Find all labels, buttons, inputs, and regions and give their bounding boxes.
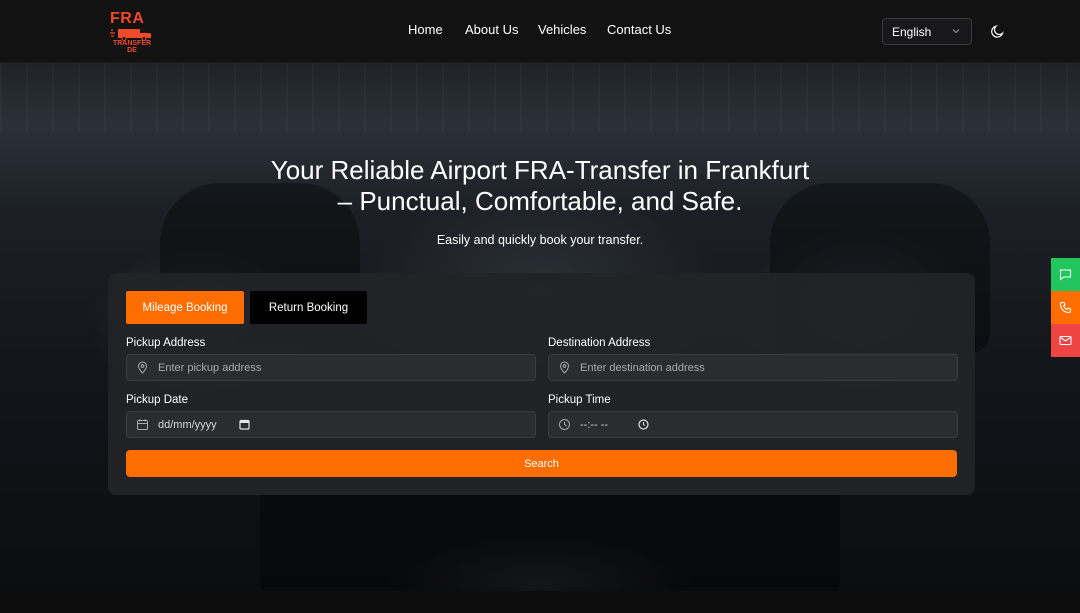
time-picker-icon[interactable] bbox=[637, 418, 650, 431]
hero-title-line-1: Your Reliable Airport FRA-Transfer in Fr… bbox=[270, 155, 810, 185]
nav-contact-us[interactable]: Contact Us bbox=[607, 22, 671, 37]
phone-icon bbox=[1059, 301, 1072, 314]
pickup-date-input[interactable]: dd/mm/yyyy bbox=[126, 411, 536, 438]
logo-subtext: TRANSFER DE bbox=[112, 40, 152, 54]
hero-title-line-2: – Punctual, Comfortable, and Safe. bbox=[337, 186, 743, 216]
nav-vehicles[interactable]: Vehicles bbox=[538, 22, 586, 37]
pickup-date-label: Pickup Date bbox=[126, 394, 189, 406]
language-selected-value: English bbox=[892, 25, 932, 39]
chevron-down-icon bbox=[952, 29, 960, 34]
phone-button[interactable] bbox=[1051, 291, 1080, 324]
pickup-date-value: dd/mm/yyyy bbox=[158, 419, 217, 431]
pickup-time-input[interactable]: --:-- -- bbox=[548, 411, 958, 438]
chat-icon bbox=[1059, 269, 1072, 281]
site-header: FRA TRANSFER DE Home About Us Vehicles C… bbox=[0, 0, 1080, 63]
pickup-address-input[interactable]: Enter pickup address bbox=[126, 354, 536, 381]
pickup-address-label: Pickup Address bbox=[126, 337, 206, 349]
search-button[interactable]: Search bbox=[126, 450, 957, 477]
nav-about-us[interactable]: About Us bbox=[465, 22, 518, 37]
hero-subtitle: Easily and quickly book your transfer. bbox=[436, 233, 644, 247]
calendar-picker-icon[interactable] bbox=[238, 418, 251, 431]
clock-icon bbox=[559, 419, 570, 430]
moon-icon[interactable] bbox=[990, 24, 1005, 39]
hero-title: Your Reliable Airport FRA-Transfer in Fr… bbox=[0, 155, 1080, 217]
calendar-icon bbox=[137, 419, 148, 430]
footer-strip bbox=[0, 591, 1080, 613]
pickup-address-placeholder: Enter pickup address bbox=[158, 362, 262, 374]
destination-address-label: Destination Address bbox=[548, 337, 651, 349]
pickup-time-label: Pickup Time bbox=[548, 394, 611, 406]
mail-icon bbox=[1059, 335, 1072, 346]
nav-home[interactable]: Home bbox=[408, 22, 443, 37]
tab-mileage-booking[interactable]: Mileage Booking bbox=[126, 291, 244, 324]
language-select[interactable]: English bbox=[882, 18, 972, 45]
mail-button[interactable] bbox=[1051, 324, 1080, 357]
chat-button[interactable] bbox=[1051, 258, 1080, 291]
destination-address-placeholder: Enter destination address bbox=[580, 362, 705, 374]
booking-form: Mileage Booking Return Booking Pickup Ad… bbox=[108, 273, 975, 495]
tab-return-booking[interactable]: Return Booking bbox=[250, 291, 367, 324]
destination-address-input[interactable]: Enter destination address bbox=[548, 354, 958, 381]
pickup-time-value: --:-- -- bbox=[580, 419, 609, 431]
map-pin-icon bbox=[137, 361, 148, 374]
map-pin-icon bbox=[559, 361, 570, 374]
